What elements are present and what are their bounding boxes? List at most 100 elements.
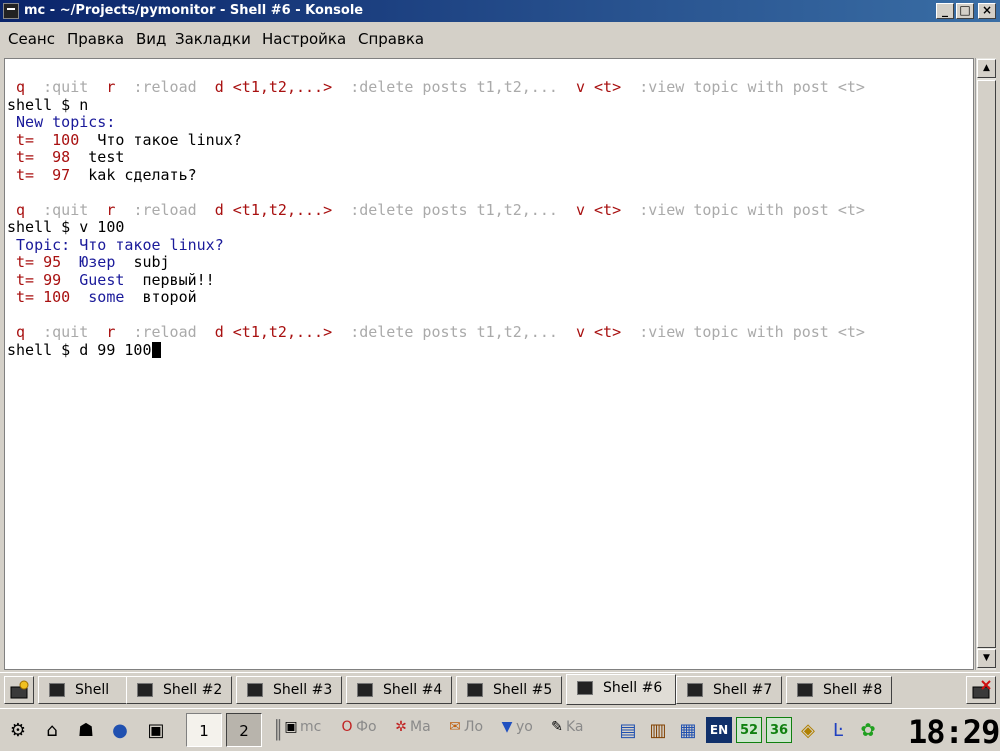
tab-label: Shell [75, 682, 110, 698]
help-key-d: d <t1,t2,...> [214, 200, 333, 219]
task-label: Фо [356, 719, 377, 735]
terminal-launcher-icon[interactable]: ▣ [144, 719, 168, 743]
post-author: Юзер [79, 253, 116, 271]
desktop-1-button[interactable]: 1 [186, 713, 222, 747]
session-tab-bar: Shell Shell #2 Shell #3 Shell #4 Shell #… [0, 672, 1000, 707]
menu-view[interactable]: Вид [136, 30, 166, 48]
terminal-icon [797, 683, 813, 697]
tab-shell-7[interactable]: Shell #7 [676, 676, 782, 704]
tab-shell-5[interactable]: Shell #5 [456, 676, 562, 704]
post-author: some [88, 288, 125, 306]
menu-help[interactable]: Справка [358, 30, 424, 48]
maximize-button[interactable]: □ [956, 3, 974, 19]
tab-shell-6[interactable]: Shell #6 [566, 674, 676, 705]
task-mc[interactable]: ▣ mc [282, 719, 321, 735]
task-ma[interactable]: ✲ Ма [392, 719, 431, 735]
task-ka[interactable]: ✎ Ka [548, 719, 583, 735]
close-session-button[interactable] [966, 676, 996, 704]
menu-bookmarks[interactable]: Закладки [175, 30, 251, 48]
klipper-icon[interactable]: ▥ [646, 719, 670, 743]
clock[interactable]: 18:29 [908, 713, 1000, 751]
scroll-down-button[interactable]: ▼ [977, 649, 996, 668]
tab-shell-4[interactable]: Shell #4 [346, 676, 452, 704]
command-input[interactable]: d 99 100 [79, 341, 151, 359]
tray-cube-icon[interactable]: ◈ [796, 719, 820, 743]
desktop-2-button[interactable]: 2 [226, 713, 262, 747]
title-bar: mc - ~/Projects/pymonitor - Shell #6 - K… [0, 0, 1000, 22]
kde-menu-icon[interactable]: ⚙ [6, 719, 30, 743]
network-icon[interactable]: ▤ [616, 719, 640, 743]
tray-counter-1[interactable]: 52 [736, 717, 762, 743]
monitor-icon[interactable]: ▦ [676, 719, 700, 743]
help-reload: :reload [133, 78, 197, 96]
menu-edit[interactable]: Правка [67, 30, 124, 48]
help-key-d: d <t1,t2,...> [214, 323, 333, 341]
help-delete: :delete posts t1,t2,... [350, 200, 558, 219]
task-label: Ло [464, 719, 484, 735]
help-key-v: v <t> [575, 323, 622, 341]
topic-header-text: Topic: Что такое linux? [16, 235, 224, 254]
help-line: q :quit r :reload d <t1,t2,...> :delete … [7, 200, 865, 220]
task-lo[interactable]: ✉ Ло [446, 719, 483, 735]
icq-flower-icon[interactable]: ✿ [856, 719, 880, 743]
tab-shell-3[interactable]: Shell #3 [236, 676, 342, 704]
new-topics-label: New topics: [16, 113, 116, 131]
post-row: t= 95 Юзер subj [7, 253, 170, 272]
home-icon[interactable]: ⌂ [40, 719, 64, 743]
terminal-icon [247, 683, 263, 697]
close-session-icon [972, 680, 991, 699]
help-key-v: v <t> [575, 200, 622, 219]
terminal-icon [357, 683, 373, 697]
browser-globe-icon[interactable]: ● [108, 719, 132, 743]
tab-label: Shell #7 [713, 682, 773, 698]
menu-session[interactable]: Сеанс [8, 30, 55, 48]
help-reload: :reload [133, 323, 197, 341]
command-line: shell $ n [7, 95, 88, 115]
help-view: :view topic with post <t> [639, 200, 865, 219]
topic-id: t= 98 [16, 148, 71, 166]
post-id: t= 100 [16, 288, 71, 306]
post-author: Guest [79, 270, 125, 289]
shell-prompt: shell $ [7, 340, 80, 359]
scroll-up-button[interactable]: ▲ [977, 59, 996, 78]
new-session-button[interactable] [4, 676, 34, 704]
scrollbar-thumb[interactable] [977, 80, 996, 648]
shell-prompt: shell $ [7, 218, 80, 236]
tab-label: Shell #6 [603, 680, 663, 696]
menu-settings[interactable]: Настройка [262, 30, 346, 48]
window-title: mc - ~/Projects/pymonitor - Shell #6 - K… [24, 3, 364, 18]
close-button[interactable]: × [978, 3, 996, 19]
minimize-button[interactable]: _ [936, 3, 954, 19]
help-delete: :delete posts t1,t2,... [350, 323, 558, 341]
tab-shell-2[interactable]: Shell #2 [126, 676, 232, 704]
kate-icon: ✎ [551, 719, 563, 735]
desktop-icon[interactable]: ☗ [74, 719, 98, 743]
shell-prompt: shell $ [7, 95, 80, 114]
text-cursor [151, 341, 161, 358]
topic-title: test [88, 148, 125, 166]
tab-shell-8[interactable]: Shell #8 [786, 676, 892, 704]
help-key-q: q [16, 323, 26, 341]
tab-label: Shell #2 [163, 682, 223, 698]
terminal-output[interactable]: q :quit r :reload d <t1,t2,...> :delete … [4, 58, 974, 670]
task-label: yo [516, 719, 533, 735]
tab-label: Shell #5 [493, 682, 553, 698]
konsole-app-icon[interactable] [3, 3, 19, 19]
menu-bar: Сеанс Правка Вид Закладки Настройка Спра… [0, 22, 1000, 58]
help-key-q: q [16, 200, 26, 219]
post-id: t= 99 [16, 270, 62, 289]
tray-li-icon[interactable]: Ŀ [826, 719, 850, 743]
kopete-icon: ▼ [501, 719, 513, 735]
help-reload: :reload [133, 200, 197, 219]
task-yo[interactable]: ▼ yo [498, 719, 533, 735]
help-view: :view topic with post <t> [639, 78, 865, 96]
task-fo[interactable]: O Фо [338, 719, 377, 735]
help-quit: :quit [43, 200, 89, 219]
tray-counter-2[interactable]: 36 [766, 717, 792, 743]
vertical-scrollbar[interactable]: ▲ ▼ [975, 58, 996, 670]
command-line[interactable]: shell $ d 99 100 [7, 340, 161, 360]
keyboard-layout-indicator[interactable]: EN [706, 717, 732, 743]
topic-header: Topic: Что такое linux? [7, 235, 224, 255]
help-line: q :quit r :reload d <t1,t2,...> :delete … [7, 323, 865, 342]
post-subject: первый!! [142, 270, 215, 289]
